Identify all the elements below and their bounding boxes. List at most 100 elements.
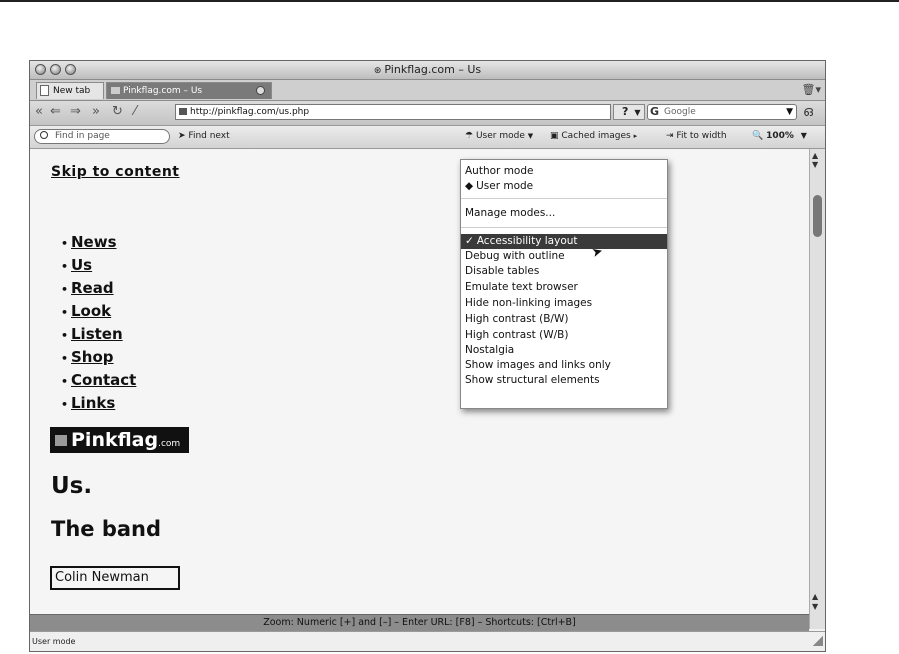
- menu-item-disable-tables[interactable]: Disable tables: [465, 264, 539, 279]
- tab-bar: New tab Pinkflag.com – Us 🗑▾: [30, 80, 825, 101]
- menu-item-show-structural-elements[interactable]: Show structural elements: [465, 373, 600, 388]
- scroll-down-icon[interactable]: ▼: [812, 160, 818, 169]
- navigation-bar: « ⇐ ⇒ » ↻ ⁄ http://pinkflag.com/us.php ?…: [30, 101, 825, 126]
- menu-item-label: Disable tables: [465, 265, 540, 277]
- wand-icon[interactable]: ⁄: [134, 105, 136, 119]
- help-dropdown-button[interactable]: ? ▼: [613, 104, 645, 120]
- menu-item-label: Debug with outline: [465, 250, 565, 262]
- zoom-icon: 🔍: [752, 131, 764, 141]
- menu-item-user-mode[interactable]: ◆ User mode: [465, 179, 533, 194]
- menu-item-author-mode[interactable]: Author mode: [465, 164, 533, 179]
- menu-item-accessibility-layout[interactable]: ✓ Accessibility layout: [461, 234, 667, 249]
- menu-item-label: Hide non-linking images: [465, 297, 593, 309]
- chevron-down-icon: ▼: [800, 131, 807, 140]
- page-content: [30, 149, 809, 614]
- scroll-up-icon[interactable]: ▲: [812, 151, 818, 160]
- zoom-control[interactable]: 🔍 100% ▼: [752, 131, 807, 141]
- chevron-down-icon[interactable]: ▼: [786, 105, 793, 119]
- menu-item-manage-modes[interactable]: Manage modes...: [465, 206, 555, 221]
- tab-pinkflag-us[interactable]: Pinkflag.com – Us: [106, 82, 272, 99]
- menu-item-high-contrast-wb[interactable]: High contrast (W/B): [465, 328, 568, 343]
- menu-separator: [461, 227, 667, 228]
- scroll-up-icon[interactable]: ▲: [812, 592, 818, 601]
- menu-item-label: Accessibility layout: [476, 235, 578, 247]
- menu-item-nostalgia[interactable]: Nostalgia: [465, 343, 514, 358]
- nav-link[interactable]: Us: [71, 256, 92, 274]
- nav-item-look[interactable]: • Look: [61, 300, 136, 323]
- nav-link[interactable]: Read: [71, 279, 114, 297]
- nav-item-us[interactable]: • Us: [61, 254, 136, 277]
- menu-item-label: Show structural elements: [465, 374, 600, 386]
- pinkflag-logo[interactable]: Pinkflag.com: [50, 427, 189, 453]
- forward-arrow-icon[interactable]: ⇒: [70, 105, 81, 119]
- vertical-scrollbar[interactable]: ▲ ▼ ▲ ▼: [809, 149, 825, 629]
- user-mode-menu: Author mode ◆ User mode Manage modes... ✓…: [460, 159, 668, 409]
- window-title: ⊛ Pinkflag.com – Us: [30, 63, 825, 76]
- nav-item-links[interactable]: • Links: [61, 392, 136, 415]
- flag-icon: [55, 435, 67, 446]
- bullet: •: [61, 329, 69, 342]
- search-input[interactable]: G Google ▼: [647, 104, 797, 120]
- back-arrow-icon[interactable]: ⇐: [50, 105, 61, 119]
- nav-item-contact[interactable]: • Contact: [61, 369, 136, 392]
- find-next-label: Find next: [188, 131, 230, 141]
- logo-text: Pinkflag: [71, 429, 159, 451]
- shortcut-hint-bar: Zoom: Numeric [+] and [–] – Enter URL: […: [30, 614, 809, 631]
- menu-item-label: High contrast (W/B): [465, 329, 569, 341]
- nav-link[interactable]: Look: [71, 302, 111, 320]
- user-mode-button[interactable]: ☂ User mode ▼: [465, 131, 533, 141]
- chevron-down-icon: ▼: [527, 132, 534, 140]
- nav-link[interactable]: News: [71, 233, 117, 251]
- bullet: •: [61, 352, 69, 365]
- find-next-button[interactable]: ➤ Find next: [178, 131, 230, 141]
- find-in-page-input[interactable]: Find in page: [34, 129, 170, 144]
- rewind-icon[interactable]: «: [35, 105, 43, 119]
- scrollbar-thumb[interactable]: [813, 195, 822, 237]
- resize-grip-icon[interactable]: [813, 636, 823, 646]
- menu-item-high-contrast-bw[interactable]: High contrast (B/W): [465, 312, 568, 327]
- bullet: •: [61, 398, 69, 411]
- window-title-text: Pinkflag.com – Us: [384, 63, 482, 76]
- nav-item-read[interactable]: • Read: [61, 277, 136, 300]
- fast-forward-icon[interactable]: »: [92, 105, 100, 119]
- nav-link[interactable]: Contact: [71, 371, 136, 389]
- address-field[interactable]: http://pinkflag.com/us.php: [175, 104, 611, 120]
- menu-item-emulate-text-browser[interactable]: Emulate text browser: [465, 280, 578, 295]
- cached-images-button[interactable]: ▣ Cached images ▸: [550, 131, 637, 141]
- nav-item-shop[interactable]: • Shop: [61, 346, 136, 369]
- menu-item-label: Emulate text browser: [465, 281, 578, 293]
- menu-item-label: Nostalgia: [465, 344, 515, 356]
- menu-item-label: Show images and links only: [465, 359, 611, 371]
- trash-icon[interactable]: 🗑▾: [802, 83, 822, 96]
- bullet: •: [61, 260, 69, 273]
- status-bar: User mode: [30, 631, 825, 651]
- arrow-icon: ➤: [178, 131, 186, 141]
- tab-close-icon[interactable]: [256, 86, 265, 95]
- menu-item-hide-non-linking-images[interactable]: Hide non-linking images: [465, 296, 592, 311]
- menu-item-show-images-and-links-only[interactable]: Show images and links only: [465, 358, 611, 373]
- menu-item-debug-with-outline[interactable]: Debug with outline: [465, 249, 565, 264]
- nav-link[interactable]: Listen: [71, 325, 123, 343]
- google-icon: G: [650, 105, 660, 118]
- chevron-right-icon: ▸: [633, 132, 638, 140]
- skip-to-content-link[interactable]: Skip to content: [51, 164, 180, 180]
- nav-item-news[interactable]: • News: [61, 231, 136, 254]
- tab-new-tab[interactable]: New tab: [36, 82, 104, 99]
- nav-link[interactable]: Links: [71, 394, 115, 412]
- reload-icon[interactable]: ↻: [112, 105, 123, 119]
- scroll-down-icon[interactable]: ▼: [812, 602, 818, 611]
- flag-favicon-icon: [179, 108, 187, 115]
- page-top-rule: [0, 0, 899, 2]
- fit-to-width-button[interactable]: ⇥ Fit to width: [666, 131, 727, 141]
- title-bar: ⊛ Pinkflag.com – Us: [30, 61, 825, 80]
- logo-suffix: .com: [158, 439, 181, 449]
- user-mode-label: User mode: [475, 131, 525, 141]
- status-mode-text: User mode: [32, 637, 76, 646]
- globe-icon: ⊛: [373, 66, 382, 76]
- nav-link[interactable]: Shop: [71, 348, 114, 366]
- reading-glasses-icon[interactable]: ഒ: [803, 104, 813, 120]
- menu-mark: ◆: [465, 180, 474, 192]
- nav-item-listen[interactable]: • Listen: [61, 323, 136, 346]
- page-heading: Us.: [51, 473, 93, 499]
- member-link[interactable]: Colin Newman: [50, 566, 180, 590]
